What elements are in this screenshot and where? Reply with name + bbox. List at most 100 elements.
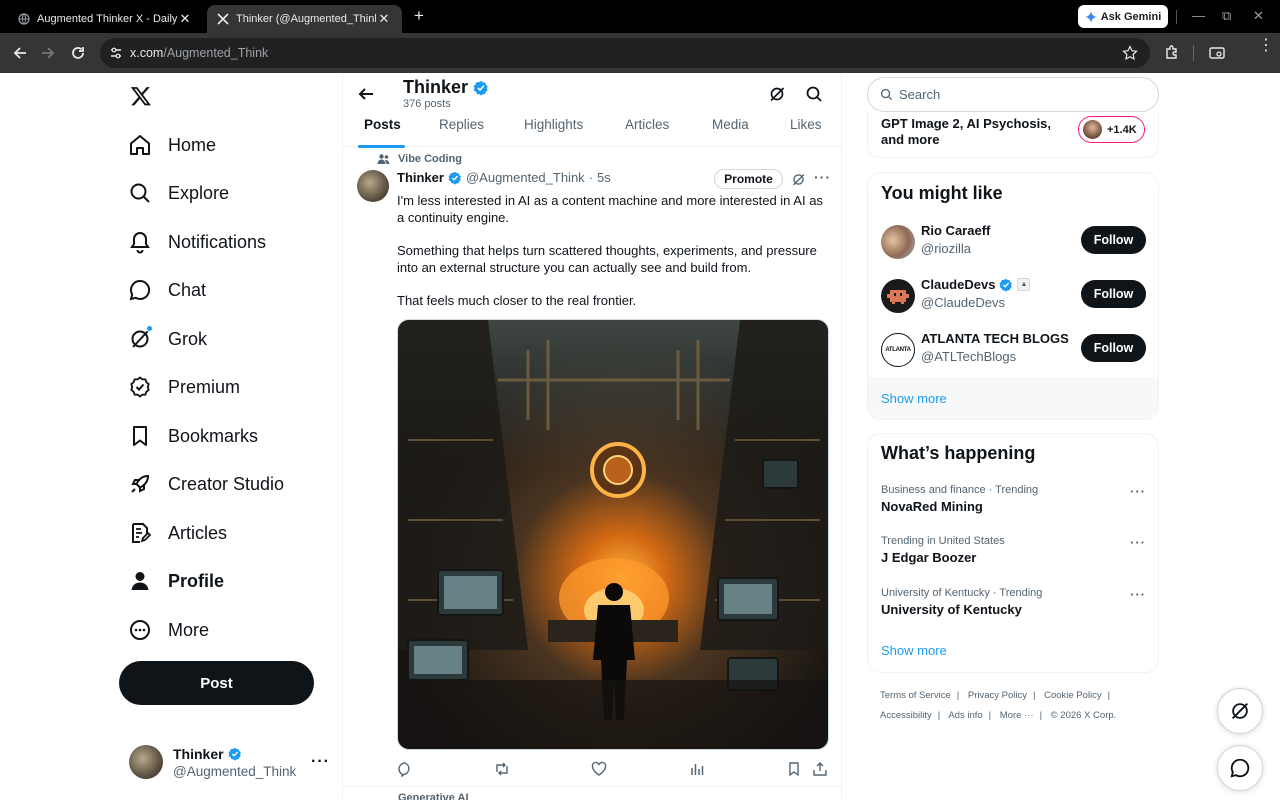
post-time[interactable]: 5s [597,170,611,185]
trend-more-icon[interactable]: ··· [1130,535,1146,550]
post-button[interactable]: Post [119,661,314,705]
avatar[interactable] [357,170,389,202]
follow-button[interactable]: Follow [1081,334,1146,362]
post-author[interactable]: Thinker [397,170,444,185]
show-more-link[interactable]: Show more [881,391,947,406]
x-logo-icon[interactable] [130,85,152,107]
trend-item[interactable]: University of Kentucky · Trending Univer… [881,587,1146,623]
trend-item[interactable]: Trending in United States J Edgar Boozer… [881,535,1146,571]
verified-icon [228,747,241,761]
browser-tab-1[interactable]: Augmented Thinker X - Daily Po ✕ [8,5,203,33]
tab-media[interactable]: Media [712,117,749,132]
grok-icon[interactable] [768,85,786,103]
nav-bookmarks[interactable]: Bookmarks [128,416,258,456]
bell-icon [130,231,150,254]
trend-more-icon[interactable]: ··· [1130,484,1146,499]
follow-button[interactable]: Follow [1081,226,1146,254]
nav-profile[interactable]: Profile [128,561,224,601]
chat-fab-button[interactable] [1217,745,1263,791]
community-context[interactable]: Vibe Coding [377,153,462,165]
extensions-icon[interactable] [1163,44,1181,62]
views-icon[interactable] [689,761,705,777]
community-context[interactable]: Generative AI [377,792,469,800]
footer-links-row: Accessibility | Ads info | More ··· | © 202… [880,710,1117,721]
suggestion-item[interactable]: ClaudeDevs ▲ @ClaudeDevs Follow [881,277,1146,317]
trend-item[interactable]: Business and finance · Trending NovaRed … [881,484,1146,520]
ask-gemini-label: Ask Gemini [1100,10,1162,23]
show-more-link[interactable]: Show more [881,643,947,658]
minimize-icon[interactable]: — [1192,8,1205,23]
tab-replies[interactable]: Replies [439,117,484,132]
nav-creator-studio[interactable]: Creator Studio [128,464,284,504]
nav-premium[interactable]: Premium [128,367,240,407]
search-icon[interactable] [805,85,823,103]
url-input[interactable]: x.com/Augmented_Think [100,38,1150,68]
site-settings-icon[interactable] [109,46,123,60]
tab-likes[interactable]: Likes [790,117,822,132]
repost-icon[interactable] [494,761,510,777]
profile-title: Thinker [403,77,489,98]
reload-icon[interactable] [68,43,88,63]
footer-link[interactable]: Terms of Service [880,690,951,701]
grok-icon [1232,703,1248,719]
show-more-row[interactable]: Show more [868,377,1158,419]
tab-highlights[interactable]: Highlights [524,117,583,132]
nav-chat[interactable]: Chat [128,270,206,310]
account-switcher[interactable]: Thinker @Augmented_Think ··· [129,745,329,785]
nav-notifications[interactable]: Notifications [128,222,266,262]
promote-button[interactable]: Promote [714,169,783,189]
ask-gemini-button[interactable]: Ask Gemini [1078,5,1168,28]
footer-link[interactable]: More ··· [1000,710,1034,721]
claude-mascot-icon [887,290,909,304]
account-more-icon[interactable]: ··· [311,753,330,771]
community-icon [377,154,390,164]
tab-articles[interactable]: Articles [625,117,669,132]
nav-label: Articles [168,522,228,543]
post-more-icon[interactable]: ··· [814,169,831,185]
nav-grok[interactable]: Grok [128,319,207,359]
nav-more[interactable]: More [128,610,209,650]
community-name: Vibe Coding [398,153,462,165]
back-icon[interactable] [10,43,30,63]
suggestion-item[interactable]: ATLANTA ATLANTA TECH BLOGS @ATLTechBlogs… [881,331,1146,371]
bookmark-star-icon[interactable] [1122,45,1138,61]
forward-icon[interactable] [38,43,58,63]
close-tab-icon[interactable]: ✕ [177,11,193,27]
nav-articles[interactable]: Articles [128,513,227,553]
search-input[interactable]: Search [867,77,1159,112]
new-tab-button[interactable]: + [410,7,428,25]
nav-explore[interactable]: Explore [128,173,229,213]
close-tab-icon[interactable]: ✕ [376,11,392,27]
footer-link[interactable]: Cookie Policy [1044,690,1102,701]
footer-link[interactable]: Accessibility [880,710,932,721]
trend-more-icon[interactable]: ··· [1130,587,1146,602]
trends-title: What’s happening [881,443,1036,463]
rocket-icon [131,474,150,493]
post-handle[interactable]: @Augmented_Think [466,170,585,185]
browser-tab-2[interactable]: Thinker (@Augmented_Think) / X ✕ [207,5,402,33]
restore-icon[interactable]: ⧉ [1222,8,1231,24]
tab-posts[interactable]: Posts [364,117,401,132]
follow-button[interactable]: Follow [1081,280,1146,308]
news-card[interactable]: GPT Image 2, AI Psychosis, and more +1.4… [867,112,1159,158]
footer-link[interactable]: Ads info [948,710,982,721]
nav-home[interactable]: Home [128,125,216,165]
bookmark-icon[interactable] [786,761,802,777]
browser-menu-icon[interactable]: ⋮ [1258,38,1274,54]
cast-icon[interactable] [1208,44,1226,62]
avatar [881,225,915,259]
like-icon[interactable] [591,761,607,777]
share-icon[interactable] [812,761,828,777]
footer-link[interactable]: Privacy Policy [968,690,1027,701]
grok-fab-button[interactable] [1217,688,1263,734]
suggestion-item[interactable]: Rio Caraeff @riozilla Follow [881,223,1146,263]
verified-icon [448,171,461,185]
notification-dot [146,325,153,332]
reply-icon[interactable] [397,761,413,777]
back-arrow-icon[interactable] [357,85,375,103]
post-image[interactable] [397,319,829,750]
suggestion-handle: @riozilla [921,241,972,256]
close-window-icon[interactable]: ✕ [1253,8,1264,24]
grok-icon[interactable] [791,172,806,187]
suggestion-name-row: ATLANTA TECH BLOGS [921,331,1069,346]
